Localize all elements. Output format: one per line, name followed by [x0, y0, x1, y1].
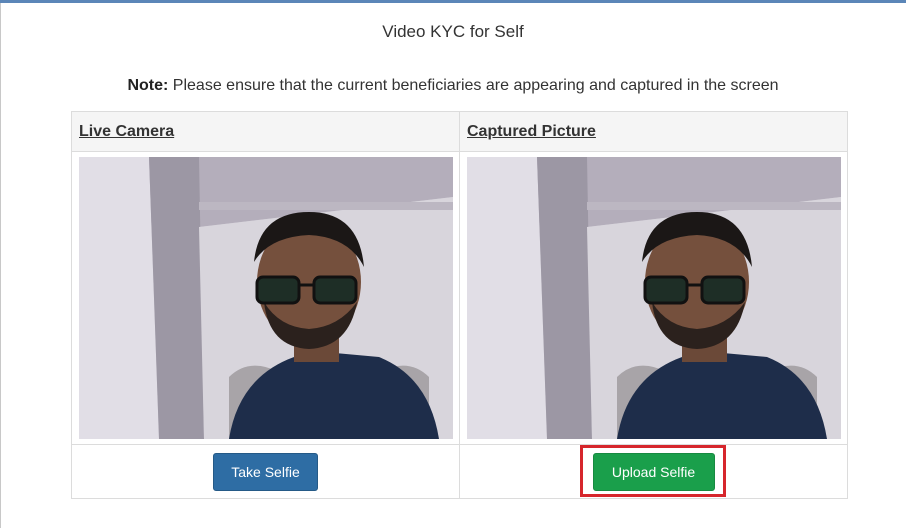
upload-selfie-button[interactable]: Upload Selfie: [592, 452, 715, 491]
captured-picture-image: [467, 157, 841, 439]
table-button-row: Take Selfie Upload Selfie: [71, 444, 848, 499]
table-image-row: [71, 151, 848, 445]
note-text: Note: Please ensure that the current ben…: [0, 77, 906, 95]
captured-picture-cell: [459, 151, 848, 445]
upload-selfie-cell: Upload Selfie: [459, 444, 848, 499]
note-body: Please ensure that the current beneficia…: [168, 77, 779, 94]
kyc-table: Live Camera Captured Picture Take Selfie…: [71, 111, 848, 499]
captured-picture-header: Captured Picture: [459, 111, 848, 152]
live-camera-cell: [71, 151, 460, 445]
top-divider: [0, 0, 906, 3]
live-camera-feed: [79, 157, 453, 439]
take-selfie-cell: Take Selfie: [71, 444, 460, 499]
page-title: Video KYC for Self: [382, 22, 524, 41]
live-camera-header: Live Camera: [71, 111, 460, 152]
take-selfie-button[interactable]: Take Selfie: [213, 452, 318, 491]
kyc-page: Video KYC for Self Note: Please ensure t…: [0, 0, 906, 528]
table-header-row: Live Camera Captured Picture: [71, 111, 848, 152]
note-label: Note:: [127, 77, 169, 94]
